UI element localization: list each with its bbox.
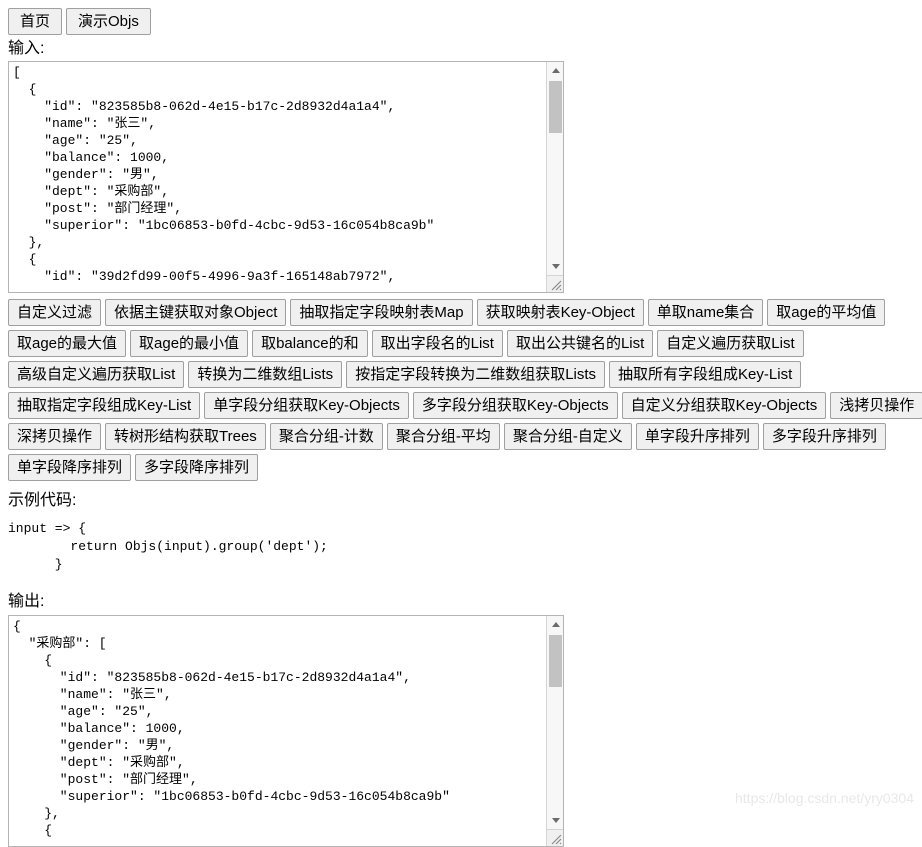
btn-custom-filter[interactable]: 自定义过滤: [8, 299, 102, 327]
btn-deep-copy[interactable]: 深拷贝操作: [8, 423, 102, 451]
btn-to-tree-structure[interactable]: 转树形结构获取Trees: [105, 423, 266, 451]
input-textarea-value[interactable]: [ { "id": "823585b8-062d-4e15-b17c-2d893…: [13, 64, 544, 290]
btn-custom-traverse-list[interactable]: 自定义遍历获取List: [657, 330, 804, 358]
scroll-up-icon[interactable]: [547, 616, 563, 633]
output-scrollbar[interactable]: [546, 615, 563, 846]
input-scrollbar-thumb[interactable]: [549, 81, 562, 134]
btn-name-collection[interactable]: 单取name集合: [647, 299, 764, 327]
btn-shallow-copy[interactable]: 浅拷贝操作: [830, 392, 922, 420]
code-label: 示例代码:: [8, 492, 77, 510]
button-row-1: 自定义过滤 依据主键获取对象Object 抽取指定字段映射表Map 获取映射表K…: [8, 299, 914, 327]
btn-multi-field-asc-sort[interactable]: 多字段升序排列: [762, 423, 886, 451]
btn-to-2d-array-lists[interactable]: 转换为二维数组Lists: [188, 361, 343, 389]
btn-multi-field-group-key-objects[interactable]: 多字段分组获取Key-Objects: [412, 392, 618, 420]
btn-field-to-2d-array-lists[interactable]: 按指定字段转换为二维数组获取Lists: [346, 361, 606, 389]
btn-common-keys-list[interactable]: 取出公共键名的List: [506, 330, 654, 358]
btn-aggregate-count[interactable]: 聚合分组-计数: [269, 423, 383, 451]
btn-multi-field-desc-sort[interactable]: 多字段降序排列: [135, 454, 259, 482]
btn-advanced-custom-traverse-list[interactable]: 高级自定义遍历获取List: [8, 361, 185, 389]
watermark: https://blog.csdn.net/yry0304: [735, 790, 914, 806]
output-scrollbar-thumb[interactable]: [549, 634, 562, 687]
scroll-down-icon[interactable]: [547, 258, 563, 275]
btn-all-fields-key-list[interactable]: 抽取所有字段组成Key-List: [609, 361, 802, 389]
btn-age-min[interactable]: 取age的最小值: [130, 330, 249, 358]
nav-home-button[interactable]: 首页: [8, 8, 63, 35]
btn-single-field-desc-sort[interactable]: 单字段降序排列: [8, 454, 132, 482]
input-resize-grip[interactable]: [546, 275, 563, 293]
btn-field-names-list[interactable]: 取出字段名的List: [371, 330, 503, 358]
scroll-down-icon[interactable]: [547, 812, 563, 829]
button-row-3: 高级自定义遍历获取List 转换为二维数组Lists 按指定字段转换为二维数组获…: [8, 361, 914, 389]
btn-single-field-asc-sort[interactable]: 单字段升序排列: [635, 423, 759, 451]
btn-custom-group-key-objects[interactable]: 自定义分组获取Key-Objects: [621, 392, 827, 420]
scroll-up-icon[interactable]: [547, 62, 563, 79]
page-root: 首页 演示Objs 输入: [ { "id": "823585b8-062d-4…: [0, 0, 922, 847]
btn-aggregate-average[interactable]: 聚合分组-平均: [386, 423, 500, 451]
button-row-5: 深拷贝操作 转树形结构获取Trees 聚合分组-计数 聚合分组-平均 聚合分组-…: [8, 423, 914, 451]
sample-code: input => { return Objs(input).group('dep…: [8, 521, 328, 573]
btn-extract-field-map[interactable]: 抽取指定字段映射表Map: [290, 299, 473, 327]
output-resize-grip[interactable]: [546, 828, 563, 846]
btn-specified-fields-key-list[interactable]: 抽取指定字段组成Key-List: [8, 392, 201, 420]
btn-get-object-by-key[interactable]: 依据主键获取对象Object: [105, 299, 287, 327]
nav-demo-objs-button[interactable]: 演示Objs: [66, 8, 151, 35]
button-row-4: 抽取指定字段组成Key-List 单字段分组获取Key-Objects 多字段分…: [8, 392, 922, 420]
navbar: 首页 演示Objs: [8, 8, 914, 35]
button-row-6: 单字段降序排列 多字段降序排列: [8, 454, 914, 482]
input-textarea[interactable]: [ { "id": "823585b8-062d-4e15-b17c-2d893…: [8, 61, 564, 294]
input-label: 输入:: [8, 40, 45, 57]
btn-age-average[interactable]: 取age的平均值: [767, 299, 886, 327]
btn-single-field-group-key-objects[interactable]: 单字段分组获取Key-Objects: [204, 392, 409, 420]
button-row-2: 取age的最大值 取age的最小值 取balance的和 取出字段名的List …: [8, 330, 914, 358]
output-textarea[interactable]: { "采购部": [ { "id": "823585b8-062d-4e15-b…: [8, 614, 564, 847]
btn-balance-sum[interactable]: 取balance的和: [252, 330, 368, 358]
output-label: 输出:: [8, 593, 45, 611]
btn-age-max[interactable]: 取age的最大值: [8, 330, 127, 358]
input-scrollbar[interactable]: [546, 62, 563, 293]
btn-aggregate-custom[interactable]: 聚合分组-自定义: [503, 423, 632, 451]
btn-get-key-object-map[interactable]: 获取映射表Key-Object: [476, 299, 644, 327]
operation-buttons: 自定义过滤 依据主键获取对象Object 抽取指定字段映射表Map 获取映射表K…: [8, 299, 922, 482]
